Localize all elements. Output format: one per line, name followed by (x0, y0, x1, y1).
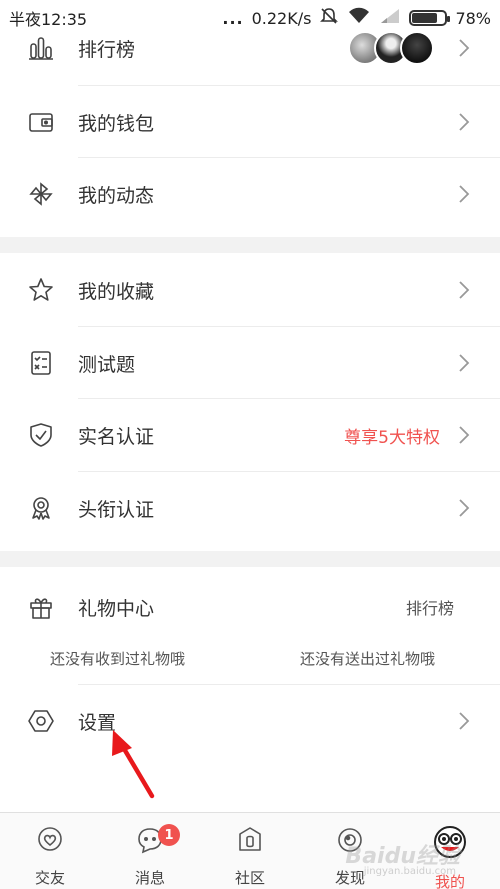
ranking-avatars (348, 31, 434, 65)
watermark-sub: jingyan.baidu.com (363, 866, 456, 877)
chevron-right-icon (459, 712, 470, 730)
menu-item-ranking[interactable]: 排行榜 (0, 12, 500, 84)
pinwheel-icon (26, 179, 56, 209)
tab-label: 交友 (34, 869, 65, 887)
wallet-icon (26, 107, 56, 137)
chevron-right-icon (459, 281, 470, 299)
title-cert-label: 头衔认证 (78, 498, 155, 521)
wallet-label: 我的钱包 (78, 112, 155, 135)
menu-item-favorites[interactable]: 我的收藏 (0, 254, 500, 326)
section-gap (0, 551, 500, 567)
realname-privilege-text: 尊享5大特权 (344, 427, 440, 448)
menu-item-dynamics[interactable]: 我的动态 (0, 158, 500, 230)
bar-chart-icon (26, 33, 56, 63)
tab-community[interactable]: 社区 (200, 813, 300, 889)
tab-label: 社区 (234, 869, 265, 887)
medal-icon (26, 493, 56, 523)
hexagon-settings-icon (26, 706, 56, 736)
menu-item-title-cert[interactable]: 头衔认证 (0, 472, 500, 544)
favorites-label: 我的收藏 (78, 280, 155, 303)
menu-item-wallet[interactable]: 我的钱包 (0, 86, 500, 158)
menu-item-gift[interactable]: 礼物中心 排行榜 (0, 571, 500, 643)
dynamics-label: 我的动态 (78, 184, 155, 207)
chevron-right-icon (459, 185, 470, 203)
chevron-right-icon (459, 354, 470, 372)
chevron-right-icon (459, 426, 470, 444)
tab-friends[interactable]: 交友 (0, 813, 100, 889)
gift-label: 礼物中心 (78, 597, 155, 620)
star-icon (26, 275, 56, 305)
tab-label: 消息 (134, 869, 165, 887)
annotation-arrow-icon (112, 730, 155, 799)
menu-item-settings[interactable]: 设置 (0, 685, 500, 757)
chevron-right-icon (459, 39, 470, 57)
quiz-label: 测试题 (78, 353, 136, 376)
tab-label: 发现 (334, 869, 365, 887)
menu-item-realname[interactable]: 实名认证 尊享5大特权 (0, 399, 500, 471)
menu-item-quiz[interactable]: 测试题 (0, 327, 500, 399)
gift-sent-text: 还没有送出过礼物哦 (300, 650, 436, 668)
gift-received-text: 还没有收到过礼物哦 (50, 650, 186, 668)
avatar (400, 31, 434, 65)
realname-label: 实名认证 (78, 425, 155, 448)
heart-chat-icon (35, 825, 65, 859)
ranking-label: 排行榜 (78, 38, 136, 61)
checklist-icon (26, 348, 56, 378)
gift-ranking-link[interactable]: 排行榜 (406, 595, 454, 619)
gift-icon (26, 592, 56, 622)
chevron-right-icon (459, 499, 470, 517)
shield-check-icon (26, 420, 56, 450)
section-gap (0, 237, 500, 253)
tab-messages[interactable]: 1 消息 (100, 813, 200, 889)
community-icon (235, 825, 265, 859)
message-badge: 1 (158, 824, 180, 846)
chevron-right-icon (459, 113, 470, 131)
